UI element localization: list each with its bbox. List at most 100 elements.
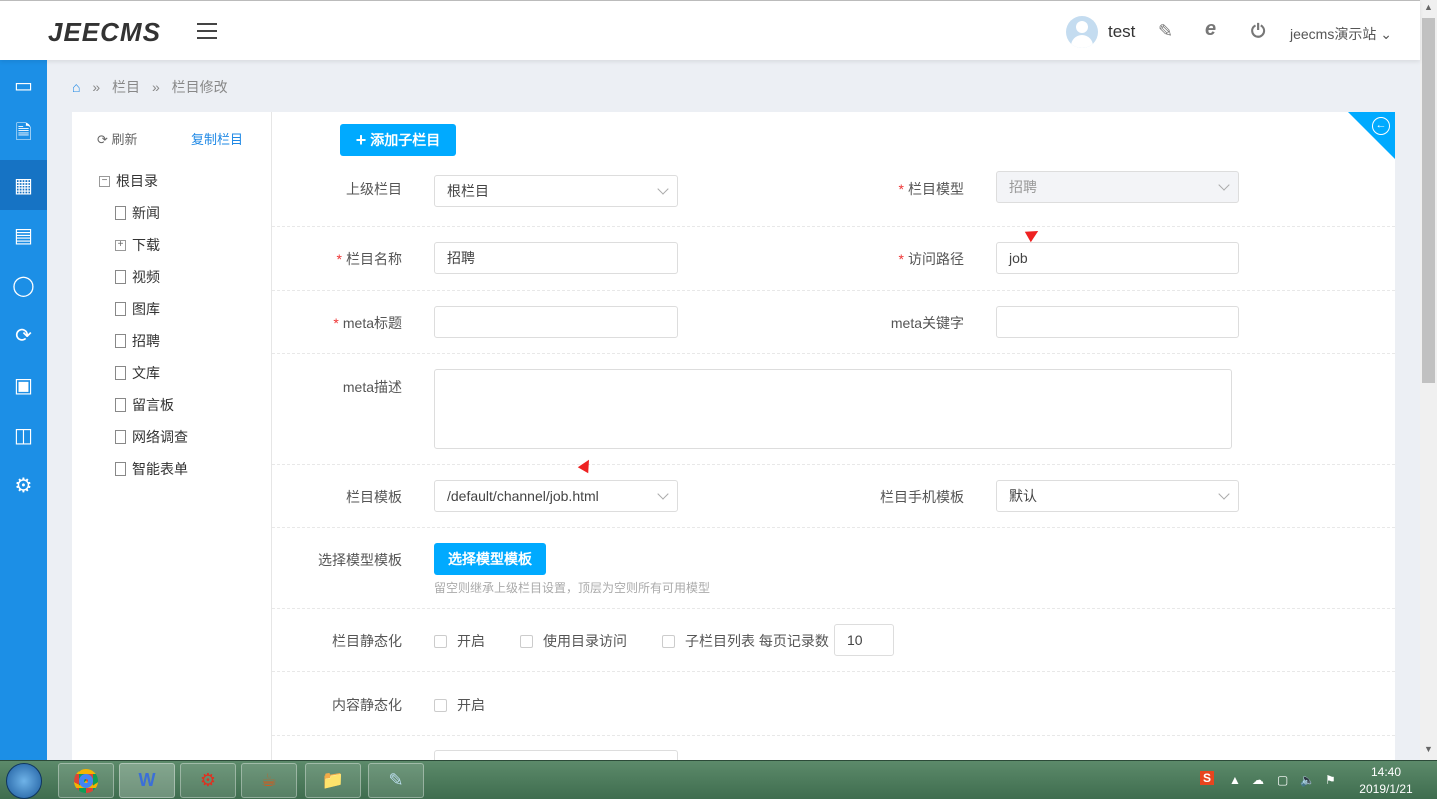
clock-time: 14:40 <box>1370 765 1402 779</box>
gear-icon: ⚙ <box>14 474 33 497</box>
sidebar-item-stats[interactable]: ▤ <box>0 210 47 260</box>
java-taskbar-icon[interactable]: ☕ <box>241 763 297 798</box>
dir-access-checkbox[interactable]: 使用目录访问 <box>520 631 627 651</box>
meta-desc-textarea[interactable] <box>434 369 1232 449</box>
chrome-taskbar-icon[interactable] <box>58 763 114 798</box>
meta-keywords-input[interactable] <box>996 306 1239 338</box>
user-edit-icon[interactable]: ✎ <box>1158 21 1173 42</box>
power-icon[interactable]: ⏻ <box>1251 21 1265 42</box>
back-arrow-icon[interactable]: ← <box>1372 117 1390 135</box>
vertical-scrollbar[interactable]: ▲ ▼ <box>1420 0 1437 760</box>
model-label-text: 栏目模型 <box>908 181 964 197</box>
meta-desc-label: meta描述 <box>342 379 402 395</box>
tree-item[interactable]: + 下载 <box>115 235 160 255</box>
copy-channel-link[interactable]: 复制栏目 <box>191 129 243 148</box>
expand-icon[interactable]: + <box>115 239 126 251</box>
name-label-text: 栏目名称 <box>346 251 402 267</box>
file-icon <box>115 366 126 380</box>
static-checkbox[interactable]: 开启 <box>434 631 485 651</box>
crumb-channel[interactable]: 栏目 <box>112 79 140 95</box>
tree-item[interactable]: 招聘 <box>115 331 160 351</box>
select-model-template-button[interactable]: 选择模型模板 <box>434 543 546 575</box>
sidebar-item-content[interactable]: 🗎 <box>0 110 47 160</box>
sidebar-item-settings[interactable]: ⚙ <box>0 460 47 510</box>
parent-label: 上级栏目 <box>346 181 402 197</box>
divider <box>272 527 1395 528</box>
tree-item[interactable]: 网络调查 <box>115 427 188 447</box>
tree-item[interactable]: 智能表单 <box>115 459 188 479</box>
avatar[interactable] <box>1066 16 1098 48</box>
parent-select[interactable]: 根栏目 <box>434 175 678 207</box>
sidebar-item-modules[interactable]: ◫ <box>0 410 47 460</box>
tree-item[interactable]: 视频 <box>115 267 160 287</box>
sidebar-item-users[interactable]: ◯ <box>0 260 47 310</box>
scroll-down-icon[interactable]: ▼ <box>1424 744 1433 754</box>
corner-toggle[interactable] <box>1348 112 1395 159</box>
content-static-checkbox[interactable]: 开启 <box>434 695 485 715</box>
ie-icon[interactable]: e <box>1205 18 1216 41</box>
home-icon[interactable]: ⌂ <box>72 79 80 95</box>
checkbox[interactable] <box>434 698 447 712</box>
divider <box>272 464 1395 465</box>
crumb-sep: » <box>151 79 160 95</box>
logo: JEECMS <box>48 17 161 47</box>
monitor-icon: ▭ <box>14 74 33 97</box>
flag-icon[interactable]: ⚑ <box>1325 773 1336 787</box>
tree-label: 图库 <box>132 301 160 317</box>
divider <box>272 671 1395 672</box>
name-input[interactable]: 招聘 <box>434 242 678 274</box>
tree-item[interactable]: 文库 <box>115 363 160 383</box>
sidebar-item-monitor[interactable]: ▭ <box>0 60 47 110</box>
start-button[interactable] <box>6 763 42 799</box>
template-select[interactable]: /default/channel/job.html <box>434 480 678 512</box>
scroll-up-icon[interactable]: ▲ <box>1424 2 1433 12</box>
sidebar-item-interaction[interactable]: ⟳ <box>0 310 47 360</box>
tray-expand-icon[interactable]: ▲ <box>1229 773 1241 787</box>
tree-item[interactable]: 留言板 <box>115 395 174 415</box>
clock[interactable]: 14:40 2019/1/21 <box>1355 764 1417 798</box>
notepad-taskbar-icon[interactable]: ✎ <box>368 763 424 798</box>
refresh-icon: ⟳ <box>97 132 108 147</box>
tree-item[interactable]: 图库 <box>115 299 160 319</box>
site-selector[interactable]: jeecms演示站 ⌄ <box>1290 24 1392 44</box>
child-list-checkbox[interactable]: 子栏目列表 每页记录数 <box>662 631 829 651</box>
sidebar: ▭ 🗎 ▦ ▤ ◯ ⟳ ▣ ◫ ⚙ <box>0 60 47 760</box>
mobile-template-select[interactable]: 默认 <box>996 480 1239 512</box>
sidebar-item-channels[interactable]: ▦ <box>0 160 47 210</box>
file-icon <box>115 206 126 220</box>
network-icon[interactable]: ▢ <box>1277 773 1288 787</box>
cloud-icon[interactable]: ☁ <box>1252 773 1264 787</box>
chevron-down-icon <box>657 488 669 500</box>
collapse-icon[interactable]: − <box>99 175 110 187</box>
template-value: /default/channel/job.html <box>447 488 599 504</box>
menu-icon[interactable] <box>197 23 217 39</box>
wps-taskbar-icon[interactable]: W <box>119 763 175 798</box>
name-label: * 栏目名称 <box>336 251 402 267</box>
tree-item[interactable]: 新闻 <box>115 203 160 223</box>
scroll-thumb[interactable] <box>1422 18 1435 383</box>
app-taskbar-icon[interactable]: ⚙ <box>180 763 236 798</box>
path-input[interactable]: job <box>996 242 1239 274</box>
checkbox[interactable] <box>434 634 447 648</box>
divider <box>272 353 1395 354</box>
explorer-taskbar-icon[interactable]: 📁 <box>305 763 361 798</box>
site-name: jeecms演示站 <box>1290 26 1377 42</box>
add-child-button[interactable]: + 添加子栏目 <box>340 124 456 156</box>
checkbox[interactable] <box>662 634 675 648</box>
volume-icon[interactable]: 🔈 <box>1300 773 1315 787</box>
file-icon <box>115 302 126 316</box>
tree-root[interactable]: − 根目录 <box>99 171 158 191</box>
sidebar-item-store[interactable]: ▣ <box>0 360 47 410</box>
divider <box>272 735 1395 736</box>
channel-form: + 添加子栏目 ← 上级栏目 根栏目 * 栏目模型 招聘 * 栏目名称 招聘 * 访问路… <box>272 112 1395 782</box>
mobile-template-value: 默认 <box>1009 488 1037 504</box>
username[interactable]: test <box>1108 22 1135 42</box>
refresh-button[interactable]: ⟳ 刷新 <box>97 129 138 148</box>
checkbox[interactable] <box>520 634 533 648</box>
sogou-ime-icon[interactable]: S <box>1200 771 1215 785</box>
annotation-arrow <box>1024 225 1042 243</box>
page-size-input[interactable]: 10 <box>834 624 894 656</box>
checkbox-label: 开启 <box>457 697 485 713</box>
meta-title-input[interactable] <box>434 306 678 338</box>
parent-value: 根栏目 <box>447 183 489 199</box>
